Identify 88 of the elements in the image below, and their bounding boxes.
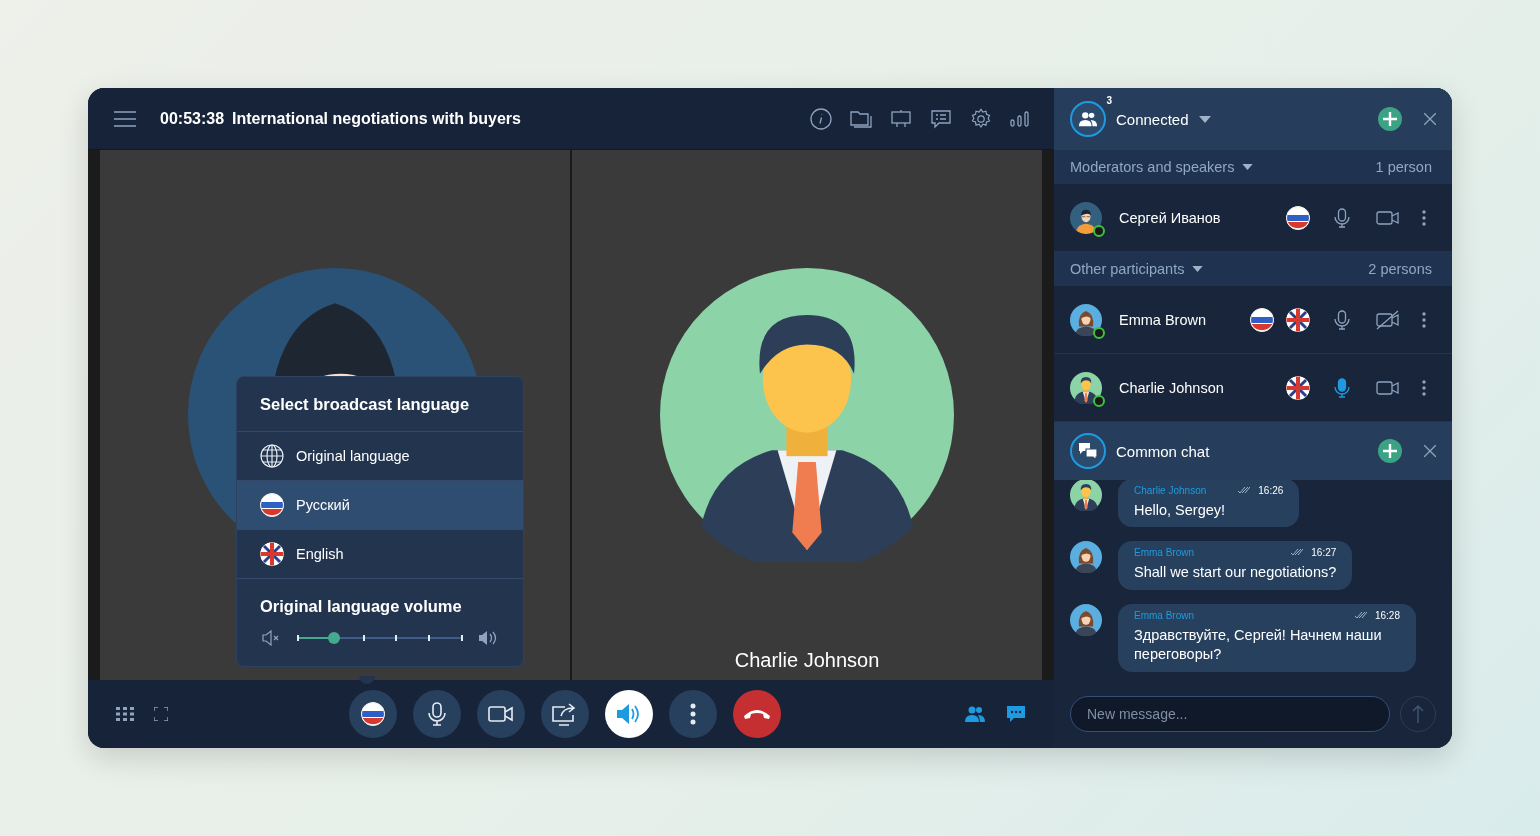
grid-icon[interactable]: [116, 707, 134, 721]
slider-thumb[interactable]: [328, 632, 341, 644]
caret-icon[interactable]: [1242, 164, 1254, 170]
participant-name: Сергей Иванов: [1119, 209, 1221, 226]
signal-icon[interactable]: [1010, 110, 1030, 127]
camera-icon: [488, 705, 514, 723]
group-count: 2 persons: [1368, 261, 1432, 277]
double-check-icon: [1354, 612, 1367, 620]
woman-avatar: [1070, 303, 1102, 336]
folder-icon[interactable]: [850, 108, 872, 129]
more-icon: [690, 703, 696, 725]
meeting-title: International negotiations with buyers: [232, 109, 521, 128]
double-check-icon: [1291, 549, 1304, 557]
share-button[interactable]: [541, 690, 589, 738]
russian-flag-icon: [260, 493, 284, 517]
microphone-icon[interactable]: [1334, 377, 1350, 398]
call-timer: 00:53:38: [160, 109, 225, 128]
man-avatar: [1070, 201, 1102, 234]
british-flag-icon: [1286, 307, 1310, 332]
british-flag-icon: [260, 542, 284, 566]
volume-title: Original language volume: [259, 596, 463, 617]
double-check-icon: [1238, 486, 1251, 494]
info-icon[interactable]: [810, 107, 832, 130]
speaker-button[interactable]: [605, 690, 653, 738]
caret-icon[interactable]: [1198, 115, 1211, 123]
volume-icon[interactable]: [478, 630, 498, 646]
language-button[interactable]: [349, 690, 397, 738]
plus-icon: [1383, 444, 1397, 458]
participant-name: Charlie Johnson: [1119, 379, 1224, 396]
russian-flag-icon: [1286, 205, 1310, 230]
plus-icon: [1383, 112, 1397, 126]
fullscreen-icon[interactable]: [154, 707, 168, 721]
add-button[interactable]: [1378, 107, 1402, 131]
message-time: 16:27: [1311, 547, 1337, 559]
settings-icon[interactable]: [970, 107, 992, 130]
chat-list-icon[interactable]: [930, 108, 952, 129]
participants-icon[interactable]: [1078, 111, 1098, 127]
more-icon[interactable]: [1422, 209, 1426, 226]
participants-icon[interactable]: [964, 706, 986, 722]
message-author: Emma Brown: [1134, 547, 1194, 559]
group-label[interactable]: Other participants: [1070, 261, 1185, 277]
close-icon[interactable]: [1424, 113, 1436, 125]
presentation-icon[interactable]: [890, 108, 912, 129]
mic-button[interactable]: [413, 690, 461, 738]
group-label[interactable]: Moderators and speakers: [1070, 159, 1235, 175]
menu-title: Select broadcast language: [237, 377, 523, 432]
message-author: Charlie Johnson: [1134, 484, 1207, 496]
hang-up-button[interactable]: [733, 690, 781, 738]
speaker-icon: [616, 702, 642, 726]
chat-title: Common chat: [1116, 442, 1210, 460]
message-text: Shall we start our negotiations?: [1134, 563, 1337, 583]
close-icon[interactable]: [1424, 445, 1436, 457]
man-avatar: [1070, 371, 1102, 404]
language-option[interactable]: English: [237, 530, 523, 579]
message-time: 16:26: [1258, 484, 1284, 496]
participant-count: 3: [1106, 95, 1112, 106]
message-time: 16:28: [1374, 610, 1400, 622]
participant-name: Emma Brown: [1119, 311, 1207, 328]
british-flag-icon: [1286, 375, 1310, 400]
hang-up-icon: [743, 708, 771, 720]
connected-dropdown[interactable]: Connected: [1116, 110, 1189, 128]
language-option[interactable]: Русский: [237, 481, 523, 530]
russian-flag-icon: [361, 702, 385, 726]
microphone-icon[interactable]: [1334, 309, 1350, 330]
more-icon[interactable]: [1422, 311, 1426, 328]
chat-icon[interactable]: [1006, 705, 1026, 723]
woman-avatar: [1070, 604, 1102, 637]
globe-icon: [260, 444, 284, 468]
group-count: 1 person: [1375, 159, 1432, 175]
russian-flag-icon: [1250, 307, 1274, 332]
message-input[interactable]: New message...: [1070, 696, 1390, 732]
menu-icon[interactable]: [114, 110, 136, 127]
message-text: Здравствуйте, Сергей! Начнем наши переговоры?: [1134, 626, 1383, 664]
arrow-up-icon: [1412, 705, 1424, 723]
caret-icon[interactable]: [1192, 266, 1204, 272]
camera-button[interactable]: [477, 690, 525, 738]
chat-icon[interactable]: [1078, 442, 1098, 460]
menu-pointer: [359, 676, 375, 684]
woman-avatar: [1070, 541, 1102, 574]
camera-off-icon[interactable]: [1376, 309, 1400, 330]
more-button[interactable]: [669, 690, 717, 738]
more-icon[interactable]: [1422, 379, 1426, 396]
participant-name: Charlie Johnson: [733, 649, 881, 672]
microphone-icon[interactable]: [1334, 207, 1350, 228]
message-author: Emma Brown: [1134, 610, 1194, 622]
add-button[interactable]: [1378, 439, 1402, 463]
microphone-icon: [428, 702, 446, 726]
message-text: Hello, Sergey!: [1134, 500, 1227, 520]
